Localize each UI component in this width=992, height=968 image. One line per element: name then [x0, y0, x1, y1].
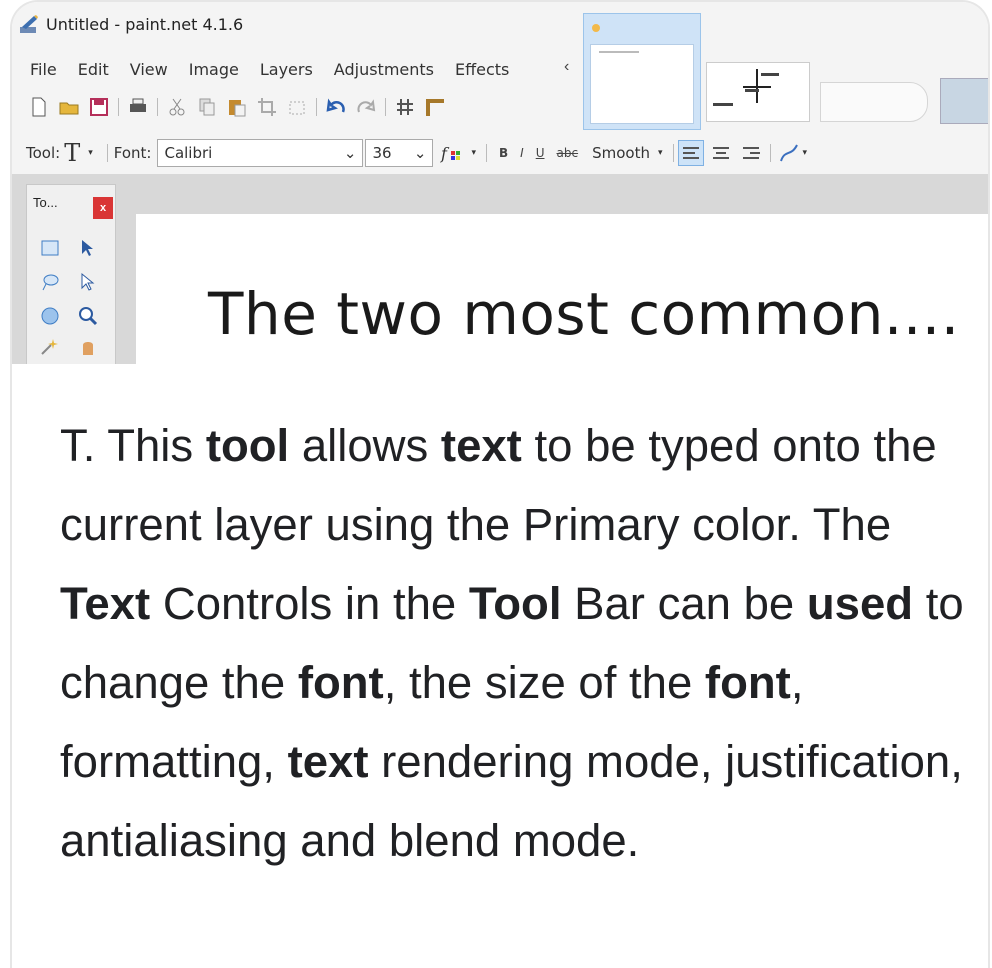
font-family-icon[interactable]: f — [439, 141, 469, 165]
description-segment: Controls in the — [150, 578, 469, 629]
antialiasing-select[interactable]: Smooth — [592, 144, 650, 162]
description-keyword: tool — [205, 420, 290, 471]
blend-mode-icon[interactable] — [777, 141, 803, 165]
menu-effects[interactable]: Effects — [455, 60, 509, 79]
rectangle-select-icon[interactable] — [39, 237, 61, 259]
thumbnail-text-preview — [599, 51, 639, 53]
svg-text:f: f — [440, 144, 450, 163]
lasso-select-icon[interactable] — [39, 271, 61, 293]
description-segment: Bar can be — [561, 578, 807, 629]
chevron-down-icon: ⌄ — [413, 144, 427, 162]
magic-wand-icon[interactable] — [39, 335, 61, 357]
description-keyword: text — [440, 420, 522, 471]
align-left-button[interactable] — [677, 140, 704, 166]
font-size-value: 36 — [372, 144, 392, 162]
blend-mode-dropdown-icon[interactable]: ▾ — [803, 148, 808, 158]
main-toolbar — [28, 96, 446, 118]
undo-icon[interactable] — [325, 96, 347, 118]
image-thumbnail[interactable] — [820, 82, 928, 122]
bold-button[interactable]: B — [499, 146, 508, 160]
description-keyword: font — [297, 657, 384, 708]
tool-options-bar: Tool: T ▾ Font: Calibri ⌄ 36 ⌄ f ▾ B I U — [12, 136, 988, 170]
strikethrough-button[interactable]: abc — [557, 146, 579, 160]
menu-view[interactable]: View — [130, 60, 168, 79]
font-size-select[interactable]: 36 ⌄ — [365, 139, 434, 167]
font-select[interactable]: Calibri ⌄ — [157, 139, 364, 167]
toolbar-separator — [672, 144, 674, 162]
print-icon[interactable] — [127, 96, 149, 118]
chevron-down-icon: ⌄ — [343, 144, 357, 162]
menu-bar: File Edit View Image Layers Adjustments … — [30, 60, 530, 79]
description-keyword: font — [704, 657, 791, 708]
italic-button[interactable]: I — [520, 146, 524, 160]
redo-icon[interactable] — [355, 96, 377, 118]
menu-edit[interactable]: Edit — [78, 60, 109, 79]
menu-layers[interactable]: Layers — [260, 60, 313, 79]
title-bar: Untitled - paint.net 4.1.6 — [12, 2, 572, 46]
description-segment: T. This — [60, 420, 206, 471]
crop-icon[interactable] — [256, 96, 278, 118]
deselect-icon[interactable] — [286, 96, 308, 118]
description-keyword: used — [806, 578, 914, 629]
paintnet-screenshot: Untitled - paint.net 4.1.6 File Edit Vie… — [12, 2, 988, 364]
toolbar-separator — [157, 98, 158, 116]
toolbar-separator — [106, 144, 108, 162]
tools-window-close-button[interactable]: x — [93, 197, 113, 219]
menu-file[interactable]: File — [30, 60, 57, 79]
toolbar-separator — [118, 98, 119, 116]
description-keyword: text — [287, 736, 369, 787]
menu-adjustments[interactable]: Adjustments — [334, 60, 434, 79]
new-file-icon[interactable] — [28, 96, 50, 118]
toolbar-separator — [769, 144, 771, 162]
image-thumbnail[interactable] — [940, 78, 988, 124]
canvas-text: The two most common.... — [208, 280, 960, 348]
save-icon[interactable] — [88, 96, 110, 118]
align-center-button[interactable] — [708, 140, 734, 166]
ruler-icon[interactable] — [424, 96, 446, 118]
window-title: Untitled - paint.net 4.1.6 — [46, 14, 244, 34]
ellipse-select-icon[interactable] — [39, 305, 61, 327]
font-select-value: Calibri — [164, 144, 213, 162]
align-right-button[interactable] — [738, 140, 764, 166]
text-tool-icon[interactable]: T — [64, 139, 80, 167]
image-thumbnail-active[interactable] — [583, 13, 701, 130]
underline-button[interactable]: U — [536, 146, 545, 160]
description-keyword: Text — [60, 578, 151, 629]
move-selection-icon[interactable] — [77, 237, 99, 259]
thumbnail-canvas — [590, 44, 694, 124]
zoom-icon[interactable] — [77, 305, 99, 327]
font-family-dropdown-icon[interactable]: ▾ — [471, 148, 476, 158]
menu-collapse-button[interactable]: ‹ — [564, 58, 569, 76]
antialiasing-dropdown-icon[interactable]: ▾ — [658, 148, 663, 158]
toolbar-separator — [385, 98, 386, 116]
tool-dropdown-arrow-icon[interactable]: ▾ — [88, 148, 93, 158]
paintnet-app-icon — [20, 15, 38, 33]
tools-window: To... x — [26, 184, 116, 364]
image-canvas[interactable]: The two most common.... — [136, 214, 988, 364]
description-keyword: Tool — [468, 578, 562, 629]
thumbnail-preview-graphic — [713, 69, 779, 106]
tools-window-title: To... — [33, 195, 58, 210]
thumbnail-indicator — [592, 24, 600, 32]
description-segment: , the size of the — [383, 657, 705, 708]
toolbar-separator — [486, 144, 487, 162]
paste-icon[interactable] — [226, 96, 248, 118]
pan-icon[interactable] — [77, 335, 99, 357]
tool-label: Tool: — [26, 144, 61, 162]
grid-icon[interactable] — [394, 96, 416, 118]
font-label: Font: — [113, 144, 152, 162]
move-pixels-icon[interactable] — [77, 271, 99, 293]
result-card: Untitled - paint.net 4.1.6 File Edit Vie… — [10, 0, 990, 968]
menu-image[interactable]: Image — [189, 60, 239, 79]
copy-icon[interactable] — [196, 96, 218, 118]
description-segment: allows — [289, 420, 441, 471]
toolbar-separator — [316, 98, 317, 116]
open-folder-icon[interactable] — [58, 96, 80, 118]
cut-icon[interactable] — [166, 96, 188, 118]
image-thumbnail[interactable] — [706, 62, 810, 122]
description-text: T. This tool allows text to be typed ont… — [60, 406, 972, 880]
